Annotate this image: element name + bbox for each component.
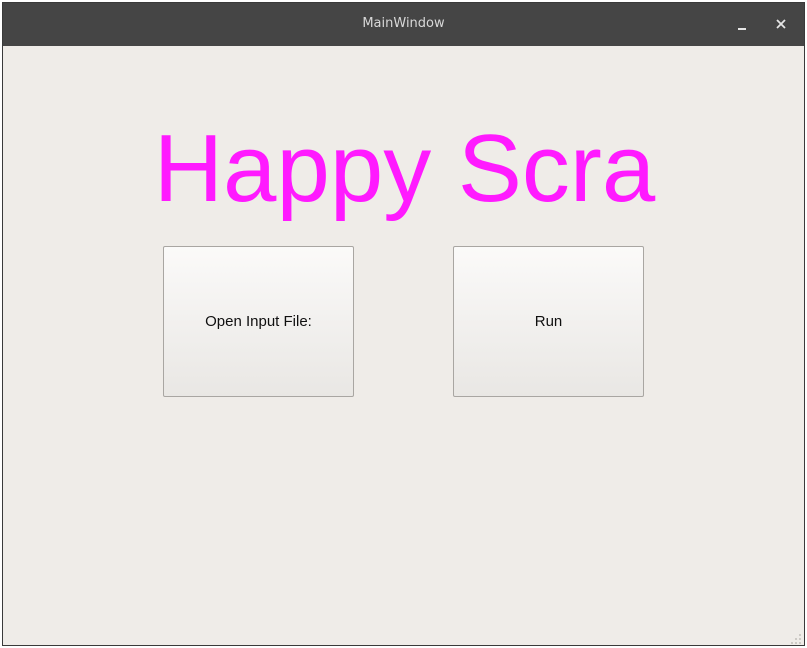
run-button[interactable]: Run (453, 246, 644, 397)
resize-grip-icon[interactable] (790, 633, 802, 645)
window-title: MainWindow (362, 16, 445, 31)
heading-label: Happy Scra (153, 115, 656, 222)
close-icon (776, 19, 786, 29)
minimize-icon (738, 28, 746, 30)
central-widget: Happy Scra Open Input File: Run (3, 46, 804, 645)
minimize-button[interactable] (731, 13, 753, 35)
run-label: Run (534, 313, 563, 330)
open-input-file-label: Open Input File: (205, 313, 312, 330)
title-bar[interactable]: MainWindow (3, 3, 804, 46)
main-window: MainWindow Happy Scra Open Input File: R… (2, 2, 805, 646)
open-input-file-button[interactable]: Open Input File: (163, 246, 354, 397)
close-button[interactable] (770, 13, 792, 35)
